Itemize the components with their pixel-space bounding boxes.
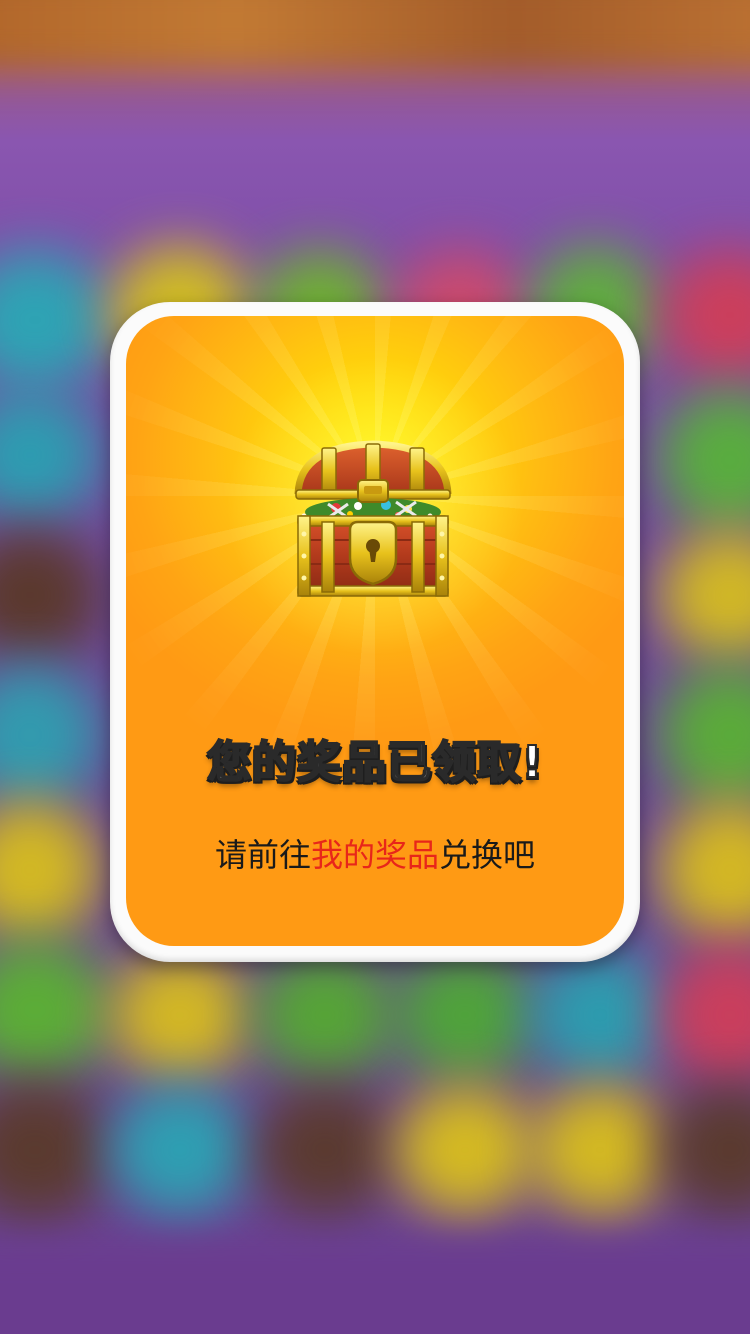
- candy-blob: [530, 1085, 670, 1215]
- candy-blob: [660, 1085, 750, 1215]
- message-prefix: 请前往: [214, 836, 311, 874]
- reward-dialog: 您的奖品已领取! 请前往我的奖品兑换吧: [110, 302, 640, 962]
- my-prizes-link[interactable]: 我的奖品: [311, 836, 439, 874]
- candy-blob: [0, 665, 100, 805]
- candy-blob: [0, 530, 100, 660]
- candy-blob: [395, 950, 535, 1080]
- candy-blob: [395, 1085, 535, 1215]
- candy-blob: [530, 950, 670, 1080]
- candy-blob: [0, 390, 100, 520]
- top-bar-blur: [0, 0, 750, 70]
- candy-blob: [0, 940, 110, 1080]
- candy-blob: [110, 950, 250, 1080]
- candy-blob: [0, 800, 100, 940]
- candy-blob: [255, 950, 395, 1080]
- candy-blob: [660, 665, 750, 805]
- dialog-message: 请前往我的奖品兑换吧: [126, 830, 624, 876]
- candy-blob: [660, 800, 750, 940]
- message-suffix: 兑换吧: [439, 836, 536, 874]
- treasure-chest-icon: [294, 440, 452, 597]
- candy-blob: [660, 250, 750, 380]
- candy-blob: [660, 390, 750, 530]
- reward-dialog-body: 您的奖品已领取! 请前往我的奖品兑换吧: [126, 316, 624, 946]
- dialog-title: 您的奖品已领取!: [206, 736, 544, 789]
- candy-blob: [660, 530, 750, 660]
- bottom-bar-blur: [0, 1244, 750, 1334]
- candy-blob: [660, 945, 750, 1085]
- candy-blob: [0, 250, 110, 390]
- candy-blob: [110, 1085, 250, 1215]
- candy-blob: [0, 1080, 110, 1220]
- candy-blob: [255, 1085, 395, 1215]
